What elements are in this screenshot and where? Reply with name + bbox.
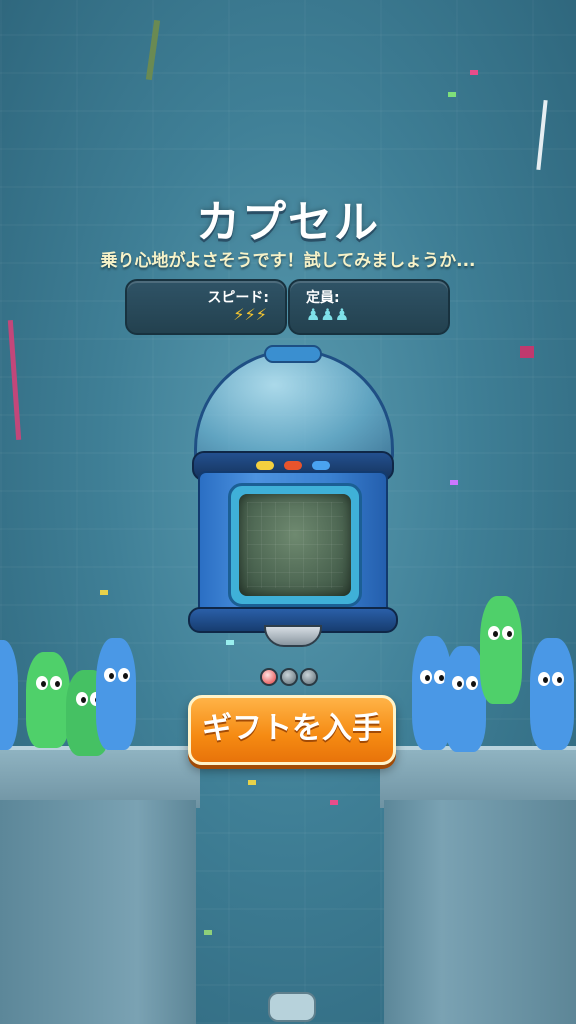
page-indicator — [260, 668, 320, 686]
capsule-body — [198, 471, 388, 617]
capacity-people-icon: ♟♟♟ — [306, 305, 350, 324]
capsule-dome — [194, 349, 394, 465]
speed-label: スピード: — [207, 290, 269, 306]
confetti — [248, 780, 256, 785]
item-description: 乗り心地がよさそうです！試してみましょうか... — [100, 251, 476, 271]
get-gift-button[interactable]: ギフトを入手 — [188, 695, 396, 765]
speed-lightning-icon: ⚡⚡⚡ — [233, 305, 267, 324]
confetti — [520, 346, 534, 358]
eye-icon — [502, 626, 514, 640]
page-dot-2[interactable] — [280, 668, 298, 686]
confetti — [204, 930, 212, 935]
green-character — [480, 596, 522, 704]
right-pillar — [384, 800, 576, 1024]
capsule-screen — [239, 494, 351, 596]
capsule-dome-cap — [264, 345, 322, 363]
eye-icon — [466, 676, 478, 690]
capsule-foot — [264, 625, 322, 647]
right-platform — [380, 746, 576, 808]
capacity-stat-panel: 定員: ♟♟♟ — [288, 279, 450, 335]
eye-icon — [36, 676, 48, 690]
confetti — [450, 480, 458, 485]
red-light-icon — [284, 461, 302, 470]
speed-stat-panel: スピード: ⚡⚡⚡ — [125, 279, 287, 335]
confetti — [448, 92, 456, 97]
eye-icon — [488, 626, 500, 640]
capsule-window — [228, 483, 362, 607]
eye-icon — [420, 670, 432, 684]
eye-icon — [118, 668, 130, 682]
eye-icon — [452, 676, 464, 690]
left-platform — [0, 746, 200, 808]
page-dot-1[interactable] — [260, 668, 278, 686]
confetti — [100, 590, 108, 595]
eye-icon — [552, 672, 564, 686]
eye-icon — [76, 692, 88, 706]
green-character — [26, 652, 70, 748]
capacity-label: 定員: — [306, 290, 340, 306]
eye-icon — [538, 672, 550, 686]
left-pillar — [0, 800, 196, 1024]
page-dot-3[interactable] — [300, 668, 318, 686]
blue-light-icon — [312, 461, 330, 470]
game-scene: カプセル 乗り心地がよさそうです！試してみましょうか... スピード: ⚡⚡⚡ … — [0, 0, 576, 1024]
blue-character — [96, 638, 136, 750]
eye-icon — [50, 676, 62, 690]
yellow-light-icon — [256, 461, 274, 470]
confetti — [470, 70, 478, 75]
eye-icon — [104, 668, 116, 682]
item-title: カプセル — [196, 197, 380, 248]
blue-character — [530, 638, 574, 750]
confetti — [330, 800, 338, 805]
capsule-vehicle — [186, 345, 398, 647]
floor-button — [268, 992, 316, 1022]
